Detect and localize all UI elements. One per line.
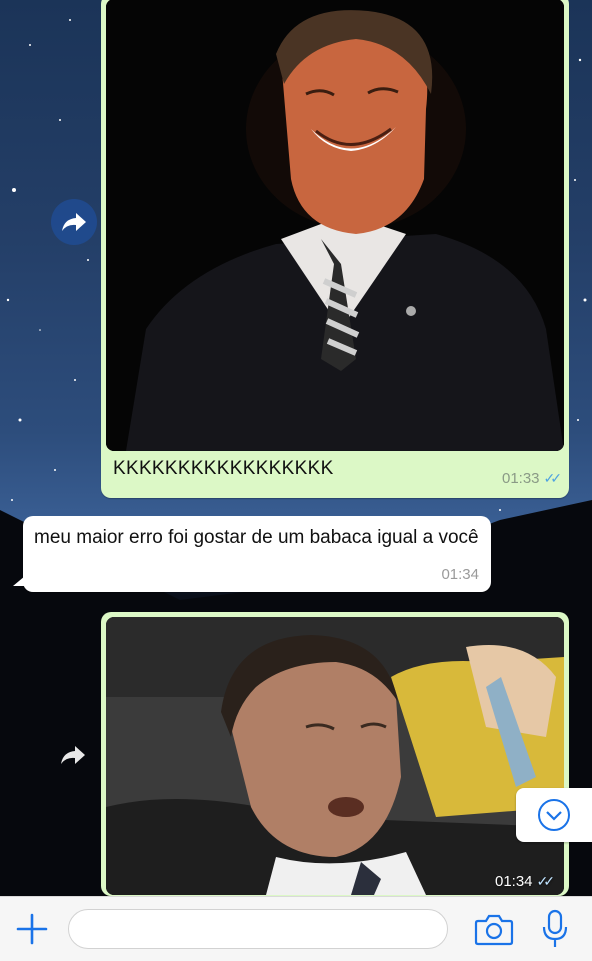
forward-button[interactable] — [51, 199, 97, 245]
forward-arrow-icon — [61, 746, 85, 764]
outgoing-image-message[interactable]: 01:34 ✓✓ — [101, 612, 569, 896]
plus-icon[interactable] — [14, 911, 50, 947]
microphone-icon[interactable] — [540, 909, 570, 949]
camera-icon[interactable] — [474, 911, 514, 947]
message-text: meu maior erro foi gostar de um babaca i… — [34, 527, 479, 548]
scroll-to-bottom-button[interactable] — [516, 788, 592, 842]
forward-button[interactable] — [52, 734, 94, 776]
forward-arrow-icon — [62, 213, 86, 231]
message-time: 01:34 — [441, 566, 479, 583]
chevron-down-icon — [538, 799, 570, 831]
message-composer — [0, 896, 592, 961]
laughing-man-photo[interactable] — [106, 0, 564, 451]
message-time: 01:33 — [501, 470, 540, 487]
message-time: 01:34 — [494, 873, 533, 890]
bubble-tail — [13, 576, 25, 586]
double-check-icon: ✓✓ — [536, 873, 556, 889]
message-meta: 01:34 ✓✓ — [494, 873, 556, 890]
double-check-icon: ✓✓ — [543, 470, 563, 486]
message-meta: 01:33 ✓✓ — [501, 470, 563, 487]
sleeping-man-photo[interactable]: 01:34 ✓✓ — [106, 617, 564, 895]
image-caption: KKKKKKKKKKKKKKKKK — [113, 458, 334, 479]
incoming-text-message[interactable]: meu maior erro foi gostar de um babaca i… — [13, 516, 491, 592]
outgoing-image-message[interactable]: KKKKKKKKKKKKKKKKK 01:33 ✓✓ — [101, 0, 569, 498]
message-input[interactable] — [68, 909, 448, 949]
